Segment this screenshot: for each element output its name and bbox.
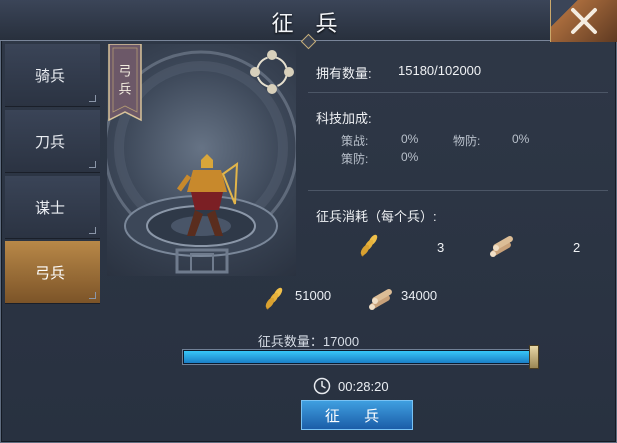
divider	[308, 190, 608, 191]
sidebar-item-strategist[interactable]: 谋士	[5, 176, 100, 239]
recruit-button[interactable]: 征 兵	[301, 400, 413, 430]
wood-icon	[490, 236, 513, 257]
tech-war-label: 策战:	[341, 134, 369, 148]
unit-type-sidebar: 骑兵 刀兵 谋士 弓兵	[5, 44, 100, 306]
total-wood-value: 34000	[401, 288, 438, 303]
total-grain-value: 51000	[295, 288, 332, 303]
divider	[308, 92, 608, 93]
timer-value: 00:28:20	[338, 378, 389, 394]
owned-count-value: 15180/102000	[398, 63, 482, 78]
unit-name-label: 弓兵	[116, 64, 132, 100]
archer-figure	[176, 154, 239, 236]
tech-bonus-label: 科技加成:	[316, 111, 372, 126]
cost-wood-value: 2	[573, 240, 581, 255]
close-button[interactable]	[550, 0, 617, 42]
recruit-count-label: 征兵数量：17000	[257, 334, 360, 349]
tech-strat-def-label: 策防:	[341, 152, 369, 166]
recruit-timer: 00:28:20	[313, 377, 389, 395]
corner-ornament	[89, 227, 96, 234]
title-bar: 征 兵	[0, 0, 617, 50]
wood-icon	[369, 289, 392, 310]
sidebar-item-label: 弓兵	[35, 264, 66, 282]
tech-war-value: 0%	[401, 132, 419, 146]
tech-phys-def-label: 物防:	[453, 134, 481, 148]
corner-ornament	[89, 95, 96, 102]
sidebar-item-label: 刀兵	[35, 133, 66, 151]
grain-icon	[360, 234, 378, 257]
corner-ornament	[89, 292, 96, 299]
close-icon	[571, 8, 597, 34]
sidebar-item-archer[interactable]: 弓兵	[5, 241, 100, 304]
tech-phys-def-value: 0%	[512, 132, 530, 146]
owned-count-label: 拥有数量:	[316, 66, 372, 81]
unit-info-panel: 拥有数量: 15180/102000 科技加成: 策战: 0% 物防: 0% 策…	[300, 44, 612, 276]
slider-handle[interactable]	[529, 345, 539, 369]
cost-grain-value: 3	[437, 240, 445, 255]
recruit-cost-label: 征兵消耗（每个兵）:	[316, 209, 437, 224]
sidebar-item-cavalry[interactable]: 骑兵	[5, 44, 100, 107]
clock-icon	[313, 377, 331, 395]
recruit-count-slider[interactable]	[182, 349, 534, 365]
sidebar-item-label: 骑兵	[35, 67, 66, 85]
slider-fill	[184, 351, 532, 363]
sidebar-item-label: 谋士	[35, 199, 66, 217]
recruit-button-label: 征 兵	[324, 407, 390, 425]
corner-ornament	[89, 161, 96, 168]
unit-preview: 弓兵	[107, 44, 296, 276]
grain-icon	[265, 287, 283, 310]
sidebar-item-blade[interactable]: 刀兵	[5, 110, 100, 173]
tech-strat-def-value: 0%	[401, 150, 419, 164]
cycle-icon[interactable]	[250, 50, 294, 94]
